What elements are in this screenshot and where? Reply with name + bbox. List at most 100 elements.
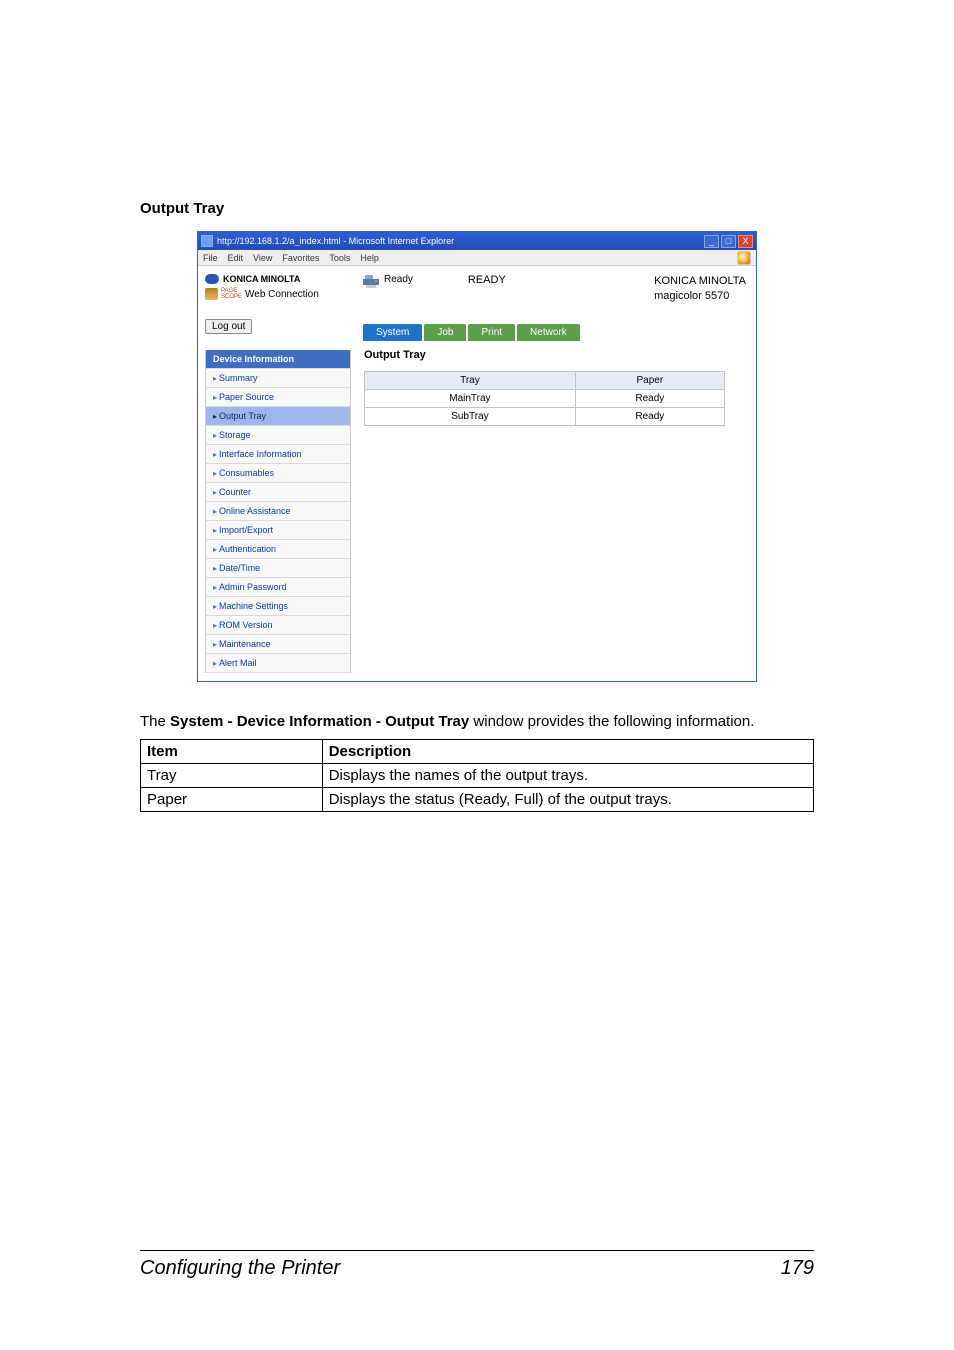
sidebar-label: Summary: [219, 373, 258, 383]
page-footer: Configuring the Printer 179: [140, 1250, 814, 1280]
table-row: Tray Displays the names of the output tr…: [141, 764, 814, 788]
tab-bar: System Job Print Network: [363, 324, 746, 341]
table-row: SubTray Ready: [365, 407, 725, 425]
window-buttons: _ □ X: [704, 235, 753, 248]
sidebar-label: Consumables: [219, 468, 274, 478]
tab-system[interactable]: System: [363, 324, 422, 341]
ready-value: READY: [468, 274, 506, 286]
doc-item: Paper: [141, 788, 323, 812]
sidebar-label: Interface Information: [219, 449, 302, 459]
sidebar-label: Authentication: [219, 544, 276, 554]
table-row: MainTray Ready: [365, 389, 725, 407]
sidebar-item-rom-version[interactable]: ▸ROM Version: [206, 616, 350, 635]
menu-tools[interactable]: Tools: [329, 253, 350, 263]
menu-favorites[interactable]: Favorites: [282, 253, 319, 263]
browser-titlebar: http://192.168.1.2/a_index.html - Micros…: [198, 232, 756, 250]
cell-tray: MainTray: [365, 389, 576, 407]
document-page: Output Tray http://192.168.1.2/a_index.h…: [0, 0, 954, 1350]
menu-help[interactable]: Help: [360, 253, 379, 263]
item-description-table: Item Description Tray Displays the names…: [140, 739, 814, 812]
logout-button[interactable]: Log out: [205, 319, 252, 334]
tab-job[interactable]: Job: [424, 324, 466, 341]
sidebar-label: Storage: [219, 430, 251, 440]
sidebar-item-maintenance[interactable]: ▸Maintenance: [206, 635, 350, 654]
sidebar-label: ROM Version: [219, 620, 273, 630]
sidebar-item-machine-settings[interactable]: ▸Machine Settings: [206, 597, 350, 616]
section-heading: Output Tray: [140, 200, 814, 217]
minimize-button[interactable]: _: [704, 235, 719, 248]
model-name: magicolor 5570: [654, 289, 746, 304]
printer-icon: [363, 274, 379, 288]
sidebar-item-paper-source[interactable]: ▸Paper Source: [206, 388, 350, 407]
webconn-row: PAGE SCOPE Web Connection: [205, 288, 351, 300]
browser-screenshot: http://192.168.1.2/a_index.html - Micros…: [197, 231, 757, 682]
sidebar-item-summary[interactable]: ▸Summary: [206, 369, 350, 388]
close-button[interactable]: X: [738, 235, 753, 248]
cell-paper: Ready: [575, 407, 724, 425]
sidebar-label: Counter: [219, 487, 251, 497]
maximize-button[interactable]: □: [721, 235, 736, 248]
sidebar-item-consumables[interactable]: ▸Consumables: [206, 464, 350, 483]
status-row: Ready READY KONICA MINOLTA magicolor 557…: [358, 274, 746, 304]
sidebar-item-storage[interactable]: ▸Storage: [206, 426, 350, 445]
menu-view[interactable]: View: [253, 253, 272, 263]
col-tray: Tray: [365, 371, 576, 389]
table-row: Paper Displays the status (Ready, Full) …: [141, 788, 814, 812]
doc-desc: Displays the names of the output trays.: [322, 764, 813, 788]
pagescope-line2: SCOPE: [221, 294, 242, 300]
sidebar-item-output-tray[interactable]: ▸Output Tray: [206, 407, 350, 426]
desc-bold: System - Device Information - Output Tra…: [170, 713, 469, 730]
panel-title: Output Tray: [364, 349, 746, 361]
sidebar-label: Maintenance: [219, 639, 271, 649]
sidebar-label: Date/Time: [219, 563, 260, 573]
tab-network[interactable]: Network: [517, 324, 580, 341]
left-column: KONICA MINOLTA PAGE SCOPE Web Connection…: [198, 266, 358, 681]
sidebar-item-interface-information[interactable]: ▸Interface Information: [206, 445, 350, 464]
cell-paper: Ready: [575, 389, 724, 407]
doc-desc: Displays the status (Ready, Full) of the…: [322, 788, 813, 812]
description-text: The System - Device Information - Output…: [140, 712, 814, 732]
ie-logo-icon: [737, 251, 751, 265]
brand-text: KONICA MINOLTA: [223, 274, 300, 284]
output-tray-table: Tray Paper MainTray Ready SubTray Ready: [364, 371, 725, 426]
menu-edit[interactable]: Edit: [228, 253, 244, 263]
sidebar-item-authentication[interactable]: ▸Authentication: [206, 540, 350, 559]
sidebar-label: Output Tray: [219, 411, 266, 421]
sidebar-label: Online Assistance: [219, 506, 291, 516]
brand-row: KONICA MINOLTA: [205, 274, 351, 284]
sidebar: Device Information ▸Summary ▸Paper Sourc…: [205, 350, 351, 673]
ie-page-icon: [201, 235, 213, 247]
cell-tray: SubTray: [365, 407, 576, 425]
sidebar-label: Admin Password: [219, 582, 287, 592]
sidebar-item-admin-password[interactable]: ▸Admin Password: [206, 578, 350, 597]
right-column: Ready READY KONICA MINOLTA magicolor 557…: [358, 266, 756, 681]
browser-menubar: File Edit View Favorites Tools Help: [198, 250, 756, 266]
sidebar-item-online-assistance[interactable]: ▸Online Assistance: [206, 502, 350, 521]
sidebar-item-import-export[interactable]: ▸Import/Export: [206, 521, 350, 540]
model-brand: KONICA MINOLTA: [654, 274, 746, 289]
footer-title: Configuring the Printer: [140, 1257, 340, 1280]
desc-pre: The: [140, 713, 170, 730]
sidebar-item-date-time[interactable]: ▸Date/Time: [206, 559, 350, 578]
pagescope-icon: [205, 288, 218, 300]
col-paper: Paper: [575, 371, 724, 389]
webconn-text: Web Connection: [245, 289, 319, 300]
brand-logo-icon: [205, 274, 219, 284]
doc-item: Tray: [141, 764, 323, 788]
sidebar-label: Paper Source: [219, 392, 274, 402]
sidebar-item-alert-mail[interactable]: ▸Alert Mail: [206, 654, 350, 673]
sidebar-label: Machine Settings: [219, 601, 288, 611]
sidebar-label: Import/Export: [219, 525, 273, 535]
page-number: 179: [781, 1257, 814, 1280]
menu-file[interactable]: File: [203, 253, 218, 263]
sidebar-label: Alert Mail: [219, 658, 257, 668]
app-body: KONICA MINOLTA PAGE SCOPE Web Connection…: [198, 266, 756, 681]
pagescope-label: PAGE SCOPE: [221, 288, 242, 300]
sidebar-item-counter[interactable]: ▸Counter: [206, 483, 350, 502]
doc-th-desc: Description: [322, 740, 813, 764]
tab-print[interactable]: Print: [468, 324, 515, 341]
model-info: KONICA MINOLTA magicolor 5570: [654, 274, 746, 304]
doc-th-item: Item: [141, 740, 323, 764]
ready-label: Ready: [384, 274, 413, 285]
desc-post: window provides the following informatio…: [469, 713, 754, 730]
